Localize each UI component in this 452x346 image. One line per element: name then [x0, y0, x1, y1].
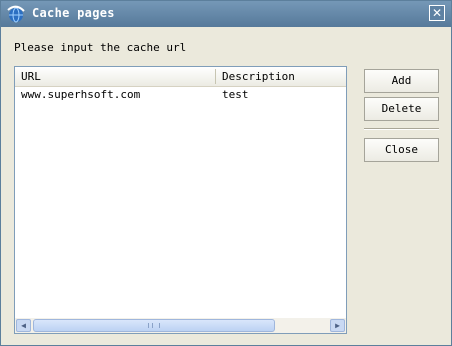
scroll-right-icon[interactable]: ▶: [330, 319, 345, 332]
scroll-thumb[interactable]: [33, 319, 275, 332]
list-item-url: www.superhsoft.com: [21, 88, 141, 101]
add-button[interactable]: Add: [364, 69, 439, 93]
window-title: Cache pages: [32, 6, 115, 20]
list-item-description: test: [222, 88, 249, 101]
grip-icon: [148, 323, 160, 328]
app-globe-icon: [7, 5, 25, 23]
column-header-url[interactable]: URL: [21, 70, 41, 83]
cache-pages-dialog: Cache pages ✕ Please input the cache url…: [0, 0, 452, 346]
list-item[interactable]: www.superhsoft.com test: [15, 87, 346, 102]
scroll-left-icon[interactable]: ◀: [16, 319, 31, 332]
button-divider: [364, 128, 439, 130]
close-button[interactable]: Close: [364, 138, 439, 162]
column-separator[interactable]: [215, 69, 216, 84]
close-window-button[interactable]: ✕: [429, 5, 445, 21]
column-header-description[interactable]: Description: [222, 70, 295, 83]
horizontal-scrollbar[interactable]: ◀ ▶: [15, 318, 346, 333]
cache-url-list[interactable]: URL Description www.superhsoft.com test …: [14, 66, 347, 334]
title-bar[interactable]: Cache pages ✕: [1, 1, 451, 27]
list-header: URL Description: [15, 67, 346, 87]
delete-button[interactable]: Delete: [364, 97, 439, 121]
instruction-label: Please input the cache url: [14, 41, 187, 54]
